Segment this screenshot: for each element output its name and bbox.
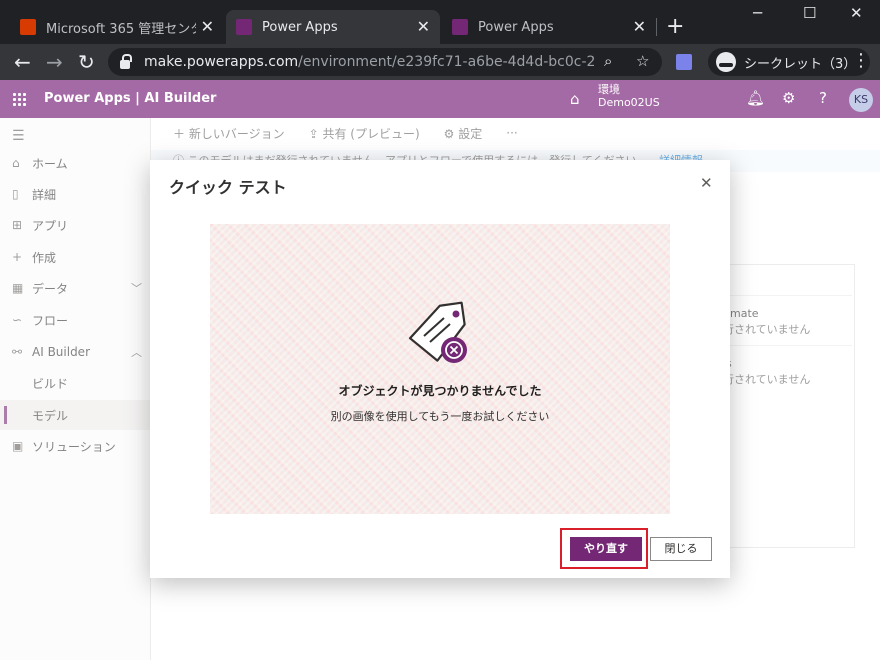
bell-icon[interactable]: 🔔︎ <box>746 89 765 107</box>
power-apps-icon <box>452 19 468 35</box>
browser-menu-icon[interactable]: ⋮ <box>852 50 870 71</box>
lock-icon <box>120 53 132 69</box>
close-icon[interactable]: ✕ <box>633 17 646 36</box>
address-bar[interactable]: make.powerapps.com/environment/e239fc71-… <box>108 48 662 76</box>
tab-strip: Microsoft 365 管理センター - ス ✕ Power Apps ✕ … <box>0 0 880 44</box>
environment-icon[interactable]: ⌂ <box>570 90 580 108</box>
environment-switcher[interactable]: 環境 Demo02US <box>598 83 660 109</box>
tab-power-apps[interactable]: Power Apps ✕ <box>442 10 656 44</box>
app-title[interactable]: Power Apps | AI Builder <box>44 91 216 106</box>
retry-button[interactable]: やり直す <box>570 537 642 561</box>
avatar[interactable]: KS <box>849 88 873 112</box>
app-header: Power Apps | AI Builder ⌂ 環境 Demo02US 🔔︎… <box>0 80 880 118</box>
incognito-label: シークレット（3） <box>744 56 857 72</box>
forward-arrow-icon[interactable]: → <box>46 50 63 74</box>
extension-icon[interactable] <box>676 54 692 70</box>
browser-toolbar: ← → ↻ make.powerapps.com/environment/e23… <box>0 44 880 80</box>
tab-power-apps-active[interactable]: Power Apps ✕ <box>226 10 440 44</box>
url-host: make.powerapps.com <box>144 54 299 70</box>
office-icon <box>20 19 36 35</box>
new-tab-button[interactable]: + <box>666 14 684 39</box>
tab-label: Power Apps <box>262 19 338 35</box>
close-icon[interactable]: ✕ <box>201 17 214 36</box>
tab-m365-admin[interactable]: Microsoft 365 管理センター - ス ✕ <box>10 10 224 44</box>
quick-test-dialog: クイック テスト ✕ オブジェクトが見つかりませんでした 別の画像を使用してもう… <box>150 160 730 578</box>
reload-icon[interactable]: ↻ <box>78 50 95 74</box>
close-button[interactable]: 閉じる <box>650 537 712 561</box>
maximize-button[interactable]: ☐ <box>803 4 816 22</box>
help-icon[interactable]: ? <box>819 89 827 107</box>
environment-name: Demo02US <box>598 96 660 109</box>
url-path: /environment/e239fc71-a6be-4d4d-bc0c-251… <box>298 54 594 70</box>
back-arrow-icon[interactable]: ← <box>14 50 31 74</box>
zoom-icon[interactable]: ⌕ <box>604 52 612 70</box>
bookmark-star-icon[interactable]: ☆ <box>636 52 649 70</box>
tab-label: Microsoft 365 管理センター - ス <box>46 21 196 37</box>
no-objects-subtitle: 別の画像を使用してもう一度お試しください <box>330 410 550 423</box>
test-image-preview: オブジェクトが見つかりませんでした 別の画像を使用してもう一度お試しください <box>210 224 670 514</box>
tag-not-found-icon <box>408 301 467 363</box>
close-icon[interactable]: ✕ <box>417 17 430 36</box>
gear-icon[interactable]: ⚙ <box>782 89 795 107</box>
waffle-icon[interactable] <box>12 92 26 106</box>
tab-separator <box>656 18 657 36</box>
no-objects-title: オブジェクトが見つかりませんでした <box>338 384 542 398</box>
dialog-title: クイック テスト <box>169 178 287 197</box>
incognito-icon <box>716 52 736 72</box>
window-close-button[interactable]: ✕ <box>850 4 863 22</box>
browser-window: Microsoft 365 管理センター - ス ✕ Power Apps ✕ … <box>0 0 880 660</box>
close-icon[interactable]: ✕ <box>700 174 713 192</box>
incognito-indicator[interactable]: シークレット（3） <box>708 48 871 76</box>
minimize-button[interactable]: ─ <box>753 4 762 22</box>
url-text: make.powerapps.com/environment/e239fc71-… <box>144 54 594 70</box>
environment-label: 環境 <box>598 83 620 96</box>
power-apps-icon <box>236 19 252 35</box>
tab-label: Power Apps <box>478 19 554 35</box>
